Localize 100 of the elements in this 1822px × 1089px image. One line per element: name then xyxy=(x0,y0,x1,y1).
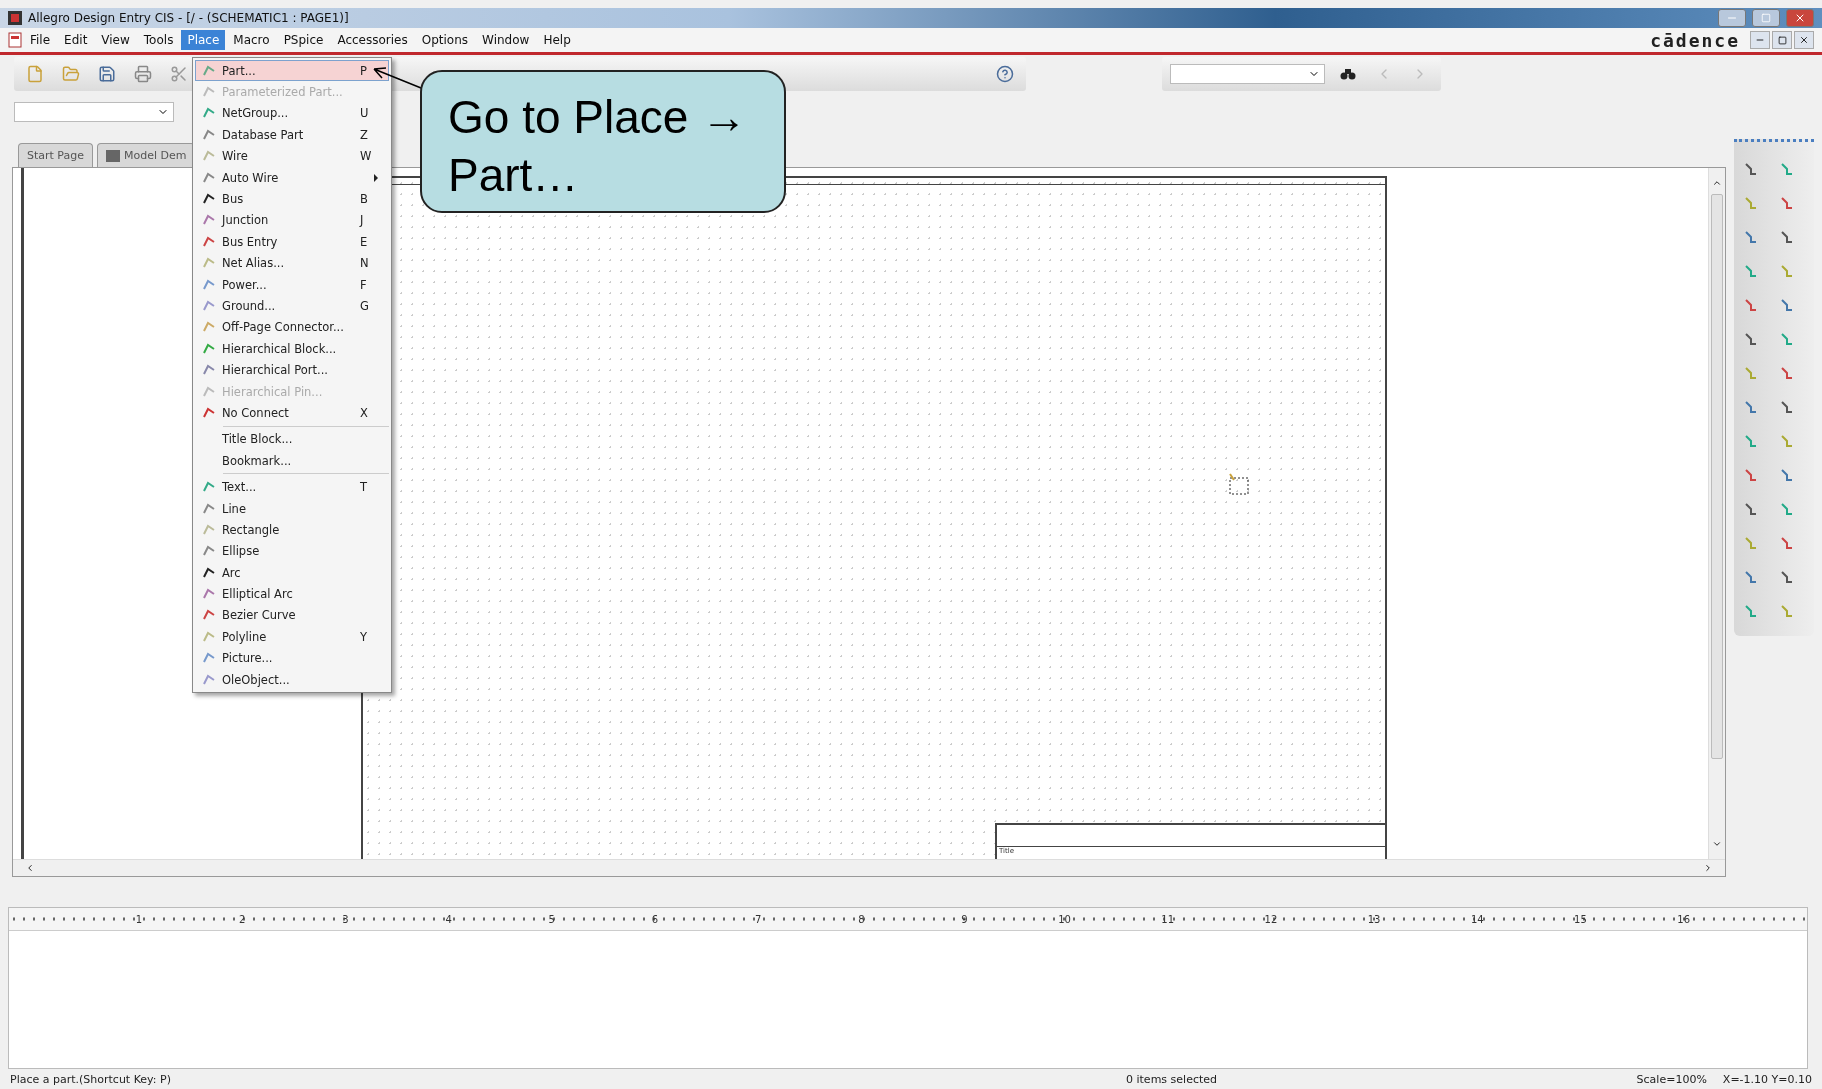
menu-item[interactable]: File xyxy=(24,30,57,50)
menu-item[interactable]: Bezier Curve xyxy=(195,604,389,627)
menu-item[interactable]: Polyline Y xyxy=(195,626,389,648)
ruler-number: 8 xyxy=(857,913,865,925)
menu-item[interactable]: Net Alias... N xyxy=(195,252,389,274)
ruler-number: 14 xyxy=(1469,913,1484,925)
minimize-button[interactable] xyxy=(1718,9,1746,27)
menu-item[interactable]: Hierarchical Port... xyxy=(195,359,389,381)
scroll-up-icon xyxy=(1712,178,1722,188)
ruler-number: 2 xyxy=(238,913,246,925)
menu-item[interactable]: No Connect X xyxy=(195,402,389,424)
maximize-button[interactable] xyxy=(1752,9,1780,27)
menu-item[interactable]: Macro xyxy=(227,30,276,50)
menu-item[interactable]: Elliptical Arc xyxy=(195,583,389,605)
tool-icon xyxy=(202,63,216,78)
shortcut-key: U xyxy=(360,106,388,121)
close-button[interactable] xyxy=(1786,9,1814,27)
scroll-right-icon xyxy=(1703,863,1713,873)
ruler-number: 10 xyxy=(1057,913,1071,925)
ruler-number: 4 xyxy=(444,913,452,925)
menu-item[interactable]: Tools xyxy=(137,30,180,50)
menu-item[interactable]: Edit xyxy=(58,30,94,50)
shortcut-key: E xyxy=(360,234,388,249)
tool-icon xyxy=(202,127,216,142)
shortcut-key: T xyxy=(360,480,388,495)
tool-icon xyxy=(202,384,216,399)
shortcut-key: W xyxy=(360,149,388,164)
ruler-number: 3 xyxy=(341,913,349,925)
menu-item[interactable]: Options xyxy=(415,30,475,50)
place-cursor-icon xyxy=(1226,472,1252,498)
tool-icon xyxy=(202,277,216,292)
tab[interactable]: Start Page xyxy=(18,143,93,167)
menu-item[interactable]: Wire W xyxy=(195,145,389,167)
menu-item[interactable]: Ellipse xyxy=(195,540,389,562)
menu-item[interactable]: Place xyxy=(181,30,226,50)
menu-item[interactable]: Database Part Z xyxy=(195,124,389,146)
horizontal-scrollbar[interactable] xyxy=(13,859,1725,876)
close-icon xyxy=(1794,12,1806,24)
menu-item[interactable]: Hierarchical Block... xyxy=(195,338,389,360)
ruler-number: 12 xyxy=(1263,913,1278,925)
menu-item[interactable]: OleObject... xyxy=(195,668,389,691)
menu-item[interactable]: Picture... xyxy=(195,647,389,669)
ruler-number: 7 xyxy=(753,913,762,925)
menu-item[interactable]: Arc xyxy=(195,562,389,584)
zoom-scale: Scale=100% xyxy=(1636,1072,1707,1086)
shortcut-key: P xyxy=(360,63,388,78)
scroll-down-icon xyxy=(1712,839,1722,849)
menu-item[interactable]: Off-Page Connector... xyxy=(195,316,389,339)
ruler-number: 11 xyxy=(1160,913,1175,925)
menu-item[interactable]: Line xyxy=(195,497,389,520)
tool-icon xyxy=(202,672,216,687)
menu-item[interactable]: Part... P xyxy=(195,60,389,82)
logo: cādence xyxy=(1650,29,1740,51)
menu-item[interactable]: PSpice xyxy=(277,30,330,50)
menu-item[interactable]: Text... T xyxy=(195,476,389,498)
menu-item[interactable]: Help xyxy=(537,30,577,50)
tool-icon xyxy=(202,341,216,356)
menu-item[interactable]: Junction J xyxy=(195,209,389,232)
shortcut-key: X xyxy=(360,405,388,420)
menu-item[interactable]: View xyxy=(95,30,136,50)
ruler-number: 9 xyxy=(960,913,968,925)
tool-icon xyxy=(202,522,216,537)
search-combo[interactable] xyxy=(1170,64,1325,84)
menu-item[interactable]: Rectangle xyxy=(195,519,389,541)
menu-item[interactable]: Ground... G xyxy=(195,295,389,317)
minimize-button[interactable] xyxy=(1750,31,1770,49)
menu-item[interactable]: NetGroup... U xyxy=(195,102,389,125)
menu-item[interactable]: Title Block... xyxy=(195,428,389,451)
close-button[interactable] xyxy=(1794,31,1814,49)
ruler-number: 5 xyxy=(547,913,555,925)
ruler-number: 1 xyxy=(134,913,143,925)
ruler-number: 13 xyxy=(1366,913,1381,925)
tool-icon xyxy=(202,405,216,420)
menu-item[interactable]: Power... F xyxy=(195,273,389,296)
cursor-coordinates: X=-1.10 Y=0.10 xyxy=(1722,1072,1812,1086)
app-icon xyxy=(8,11,22,25)
tool-icon xyxy=(202,501,216,516)
window-title: Allegro Design Entry CIS - [/ - (SCHEMATIC1 : PAGE1)] xyxy=(28,11,350,25)
menu-item[interactable]: Bus B xyxy=(195,188,389,210)
dropdown-field[interactable] xyxy=(14,102,174,122)
submenu-arrow-icon xyxy=(372,173,380,182)
document-icon xyxy=(8,32,22,48)
shortcut-key: B xyxy=(360,192,388,207)
shortcut-key: G xyxy=(360,299,388,313)
callout: Go to Place → Part… xyxy=(420,70,786,213)
tool-icon xyxy=(202,299,216,313)
shortcut-key: Y xyxy=(360,629,388,644)
shortcut-key: Z xyxy=(360,127,388,142)
menu-item[interactable]: Window xyxy=(476,30,536,50)
shortcut-key: F xyxy=(360,277,388,292)
scroll-left-icon xyxy=(25,863,35,873)
menu-item[interactable]: Bookmark... xyxy=(195,450,389,472)
maximize-icon xyxy=(1761,13,1771,23)
menu-item[interactable]: Accessories xyxy=(331,30,414,50)
close-icon xyxy=(1799,35,1809,45)
menu-item[interactable]: Bus Entry E xyxy=(195,231,389,253)
menu-item[interactable]: Auto Wire xyxy=(195,166,389,189)
vertical-scrollbar[interactable] xyxy=(1708,168,1725,859)
ruler-number: 16 xyxy=(1676,913,1690,925)
ruler-number: 15 xyxy=(1573,913,1587,925)
